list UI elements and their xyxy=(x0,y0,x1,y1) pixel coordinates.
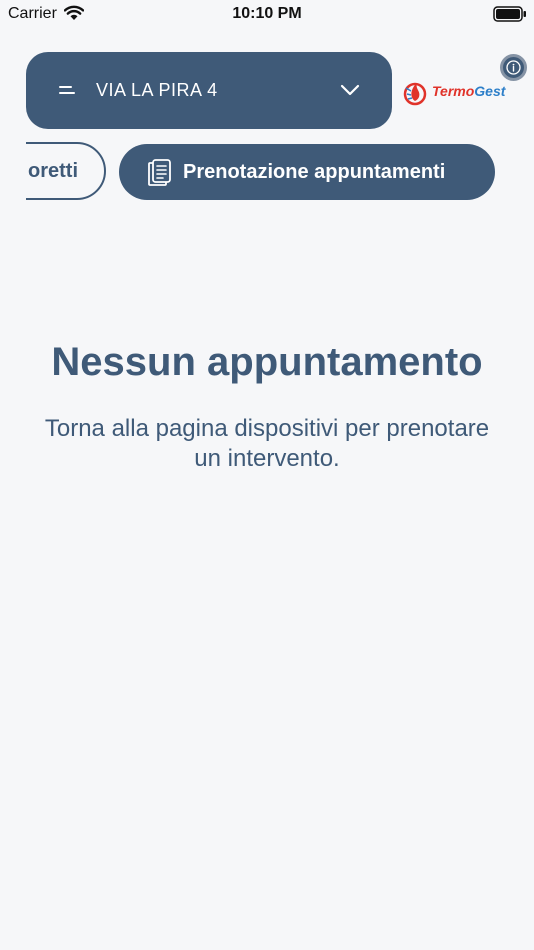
document-icon xyxy=(148,159,171,186)
logo-text-termo: Termo xyxy=(432,83,475,99)
menu-icon xyxy=(59,86,75,94)
tab-libretti-label: oretti xyxy=(28,160,78,182)
tab-prenotazione-label: Prenotazione appuntamenti xyxy=(183,161,446,183)
tab-bar: oretti Prenotazione appuntamenti xyxy=(26,142,534,202)
termogest-logo: TermoGest xyxy=(402,74,510,108)
chevron-down-icon xyxy=(340,84,360,96)
logo-text: TermoGest xyxy=(432,83,505,99)
battery-icon xyxy=(493,6,526,22)
flame-logo-icon xyxy=(403,82,427,106)
address-label: VIA LA PIRA 4 xyxy=(96,80,218,100)
empty-state-title: Nessun appuntamento xyxy=(51,340,483,384)
status-bar: Carrier 10:10 PM xyxy=(0,0,534,28)
empty-state-message: Torna alla pagina dispositivi per prenot… xyxy=(44,415,490,472)
logo-text-gest: Gest xyxy=(474,83,506,99)
info-button[interactable] xyxy=(500,54,527,81)
clock: 10:10 PM xyxy=(232,5,302,22)
tab-prenotazione-appuntamenti[interactable]: Prenotazione appuntamenti xyxy=(119,144,495,200)
info-icon xyxy=(506,60,521,75)
address-selector[interactable]: VIA LA PIRA 4 xyxy=(26,52,392,129)
tab-libretti[interactable]: oretti xyxy=(26,142,106,200)
